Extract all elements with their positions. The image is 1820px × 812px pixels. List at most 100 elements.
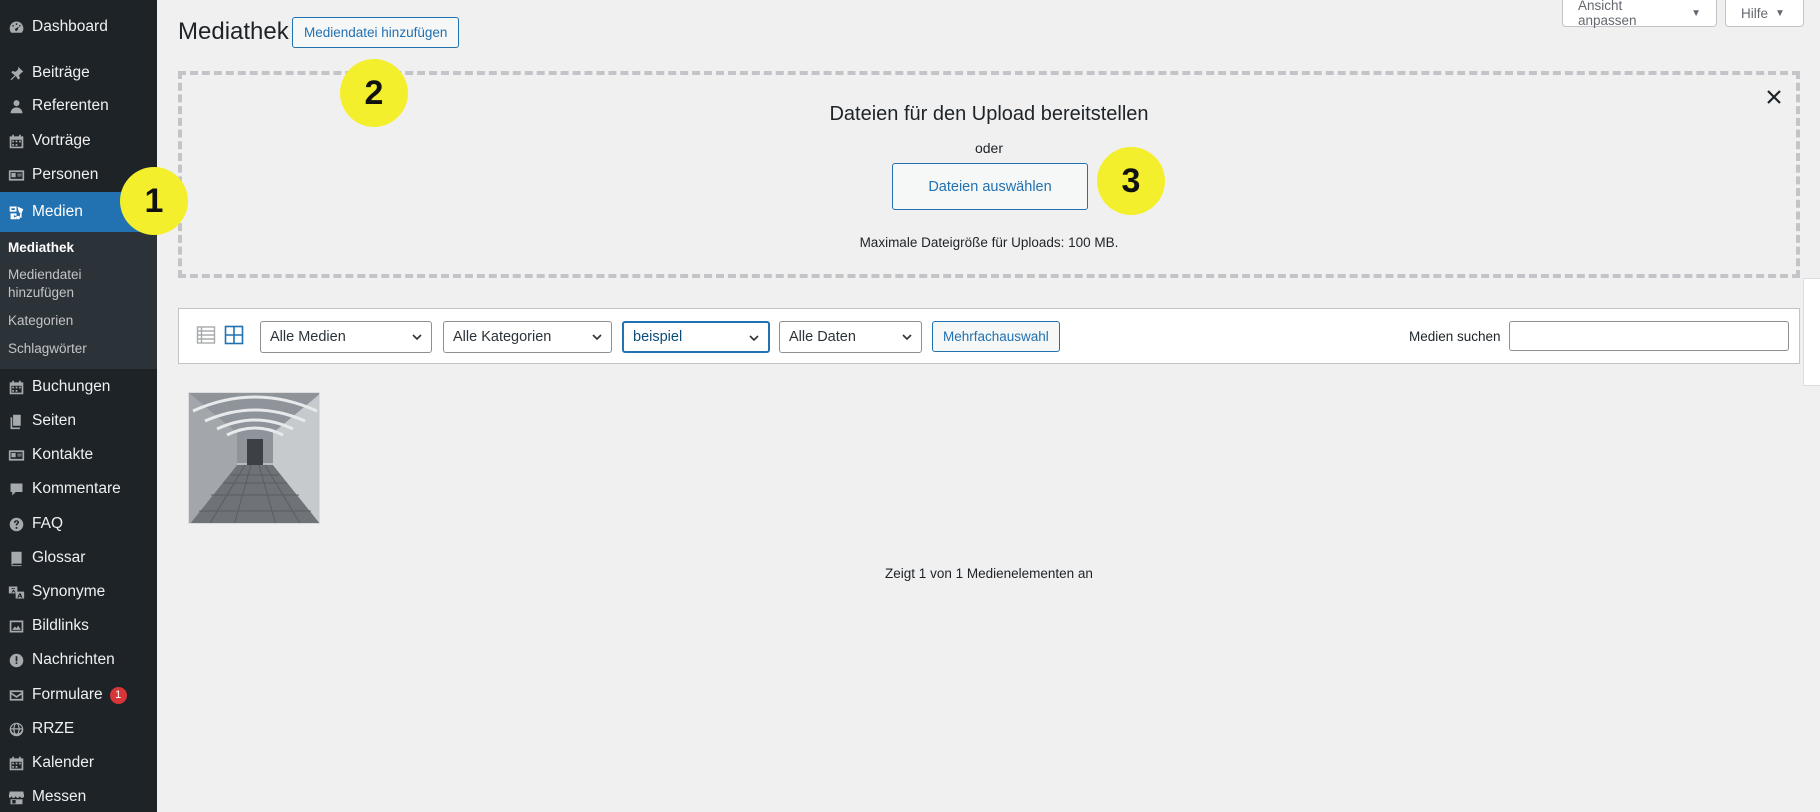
store-icon xyxy=(0,789,32,806)
sidebar-item-formulare[interactable]: Formulare 1 xyxy=(0,678,157,712)
sidebar-item-dashboard[interactable]: Dashboard xyxy=(0,10,157,44)
page-title: Mediathek xyxy=(178,18,289,45)
id-card-icon xyxy=(0,167,32,184)
callout-1: 1 xyxy=(120,167,188,235)
chevron-down-icon xyxy=(412,334,422,341)
submenu-item-add-media[interactable]: Mediendatei hinzufügen xyxy=(8,266,118,302)
sidebar-item-faq[interactable]: FAQ xyxy=(0,507,157,541)
chevron-down-icon xyxy=(592,334,602,341)
help-tab[interactable]: Hilfe ▼ xyxy=(1725,0,1804,27)
filter-category[interactable]: Alle Kategorien xyxy=(443,321,612,353)
callout-3: 3 xyxy=(1097,147,1165,215)
grid-view-icon[interactable] xyxy=(224,325,244,345)
pages-icon xyxy=(0,413,32,430)
sidebar-item-label: Dashboard xyxy=(32,18,108,35)
upload-title: Dateien für den Upload bereitstellen xyxy=(829,103,1149,125)
add-media-button[interactable]: Mediendatei hinzufügen xyxy=(292,17,460,48)
sidebar-item-synonyme[interactable]: Synonyme xyxy=(0,575,157,609)
submenu-item-mediathek[interactable]: Mediathek xyxy=(8,239,74,257)
sidebar-item-label: Vorträge xyxy=(32,132,91,149)
filter-media-type[interactable]: Alle Medien xyxy=(260,321,432,353)
sidebar-item-label: FAQ xyxy=(32,515,64,532)
triangle-down-icon: ▼ xyxy=(1691,7,1701,19)
sidebar-item-label: Buchungen xyxy=(32,378,111,395)
sidebar-item-label: Kalender xyxy=(32,754,95,771)
media-submenu: Mediathek Mediendatei hinzufügen Kategor… xyxy=(0,232,157,369)
sidebar-item-kommentare[interactable]: Kommentare xyxy=(0,472,157,506)
search-label: Medien suchen xyxy=(1409,329,1501,344)
callout-2: 2 xyxy=(340,59,408,127)
book-icon xyxy=(0,550,32,567)
upload-dropzone[interactable]: Dateien für den Upload bereitstellen ode… xyxy=(178,71,1800,278)
triangle-down-icon: ▼ xyxy=(1775,7,1785,19)
sidebar-item-nachrichten[interactable]: Nachrichten xyxy=(0,643,157,677)
help-icon xyxy=(0,516,32,533)
max-upload-size: Maximale Dateigröße für Uploads: 100 MB. xyxy=(859,235,1119,250)
media-icon xyxy=(0,204,32,221)
sidebar-item-label: Beiträge xyxy=(32,64,90,81)
sidebar-item-rrze[interactable]: RRZE xyxy=(0,712,157,746)
sidebar-item-label: Messen xyxy=(32,788,87,805)
email-icon xyxy=(0,687,32,704)
sidebar-item-label: Formulare xyxy=(32,686,103,703)
sidebar-item-messen[interactable]: Messen xyxy=(0,780,157,812)
sidebar-item-seiten[interactable]: Seiten xyxy=(0,404,157,438)
id-card-icon xyxy=(0,447,32,464)
sidebar-item-label: Bildlinks xyxy=(32,617,89,634)
media-toolbar: Alle Medien Alle Kategorien beispiel All… xyxy=(178,308,1800,364)
dashboard-icon xyxy=(0,19,32,36)
sidebar-item-buchungen[interactable]: Buchungen xyxy=(0,370,157,404)
list-view-icon[interactable] xyxy=(196,325,216,345)
screen-options-label: Ansicht anpassen xyxy=(1578,0,1637,28)
filter-date[interactable]: Alle Daten xyxy=(779,321,922,353)
calendar-icon xyxy=(0,379,32,396)
admin-sidebar: Dashboard Beiträge Referenten Vorträge P… xyxy=(0,0,157,812)
media-count-status: Zeigt 1 von 1 Medienelementen an xyxy=(885,566,1093,581)
edge-panel xyxy=(1803,278,1820,386)
filter-tag[interactable]: beispiel xyxy=(622,321,770,353)
sidebar-item-referenten[interactable]: Referenten xyxy=(0,89,157,123)
close-icon[interactable] xyxy=(1764,87,1784,107)
filter-tag-value: beispiel xyxy=(633,329,683,345)
search-input[interactable] xyxy=(1509,321,1789,351)
select-files-button[interactable]: Dateien auswählen xyxy=(892,163,1088,210)
submenu-item-schlagwoerter[interactable]: Schlagwörter xyxy=(8,340,87,358)
comment-icon xyxy=(0,481,32,498)
translation-icon xyxy=(0,584,32,601)
screen-options-tab[interactable]: Ansicht anpassen ▼ xyxy=(1562,0,1717,28)
upload-or-text: oder xyxy=(974,140,1004,156)
filter-date-value: Alle Daten xyxy=(789,329,856,345)
sidebar-item-beitraege[interactable]: Beiträge xyxy=(0,56,157,90)
sidebar-item-vortraege[interactable]: Vorträge xyxy=(0,124,157,158)
alert-icon xyxy=(0,652,32,669)
sidebar-item-glossar[interactable]: Glossar xyxy=(0,541,157,575)
submenu-item-kategorien[interactable]: Kategorien xyxy=(8,312,73,330)
sidebar-item-label: Glossar xyxy=(32,549,86,566)
calendar-icon xyxy=(0,755,32,772)
sidebar-item-label: Nachrichten xyxy=(32,651,115,668)
chevron-down-icon xyxy=(749,335,759,342)
sidebar-item-label: Kommentare xyxy=(32,480,121,497)
image-icon xyxy=(0,618,32,635)
bulk-select-button[interactable]: Mehrfachauswahl xyxy=(932,321,1060,352)
sidebar-item-label: Medien xyxy=(32,203,83,220)
filter-media-type-value: Alle Medien xyxy=(270,329,346,345)
sidebar-item-label: Kontakte xyxy=(32,446,94,463)
media-thumbnail[interactable] xyxy=(188,392,320,524)
cloister-image xyxy=(189,393,319,523)
chevron-down-icon xyxy=(902,334,912,341)
sidebar-item-bildlinks[interactable]: Bildlinks xyxy=(0,609,157,643)
sidebar-item-kontakte[interactable]: Kontakte xyxy=(0,438,157,472)
pin-icon xyxy=(0,65,32,82)
help-label: Hilfe xyxy=(1741,5,1769,21)
sidebar-item-label: Synonyme xyxy=(32,583,106,600)
sidebar-item-label: RRZE xyxy=(32,720,75,737)
filter-category-value: Alle Kategorien xyxy=(453,329,552,345)
sidebar-item-kalender[interactable]: Kalender xyxy=(0,746,157,780)
calendar-icon xyxy=(0,133,32,150)
sidebar-item-label: Personen xyxy=(32,166,99,183)
sidebar-item-label: Referenten xyxy=(32,97,109,114)
globe-icon xyxy=(0,721,32,738)
sidebar-item-label: Seiten xyxy=(32,412,76,429)
notification-badge: 1 xyxy=(109,686,127,704)
